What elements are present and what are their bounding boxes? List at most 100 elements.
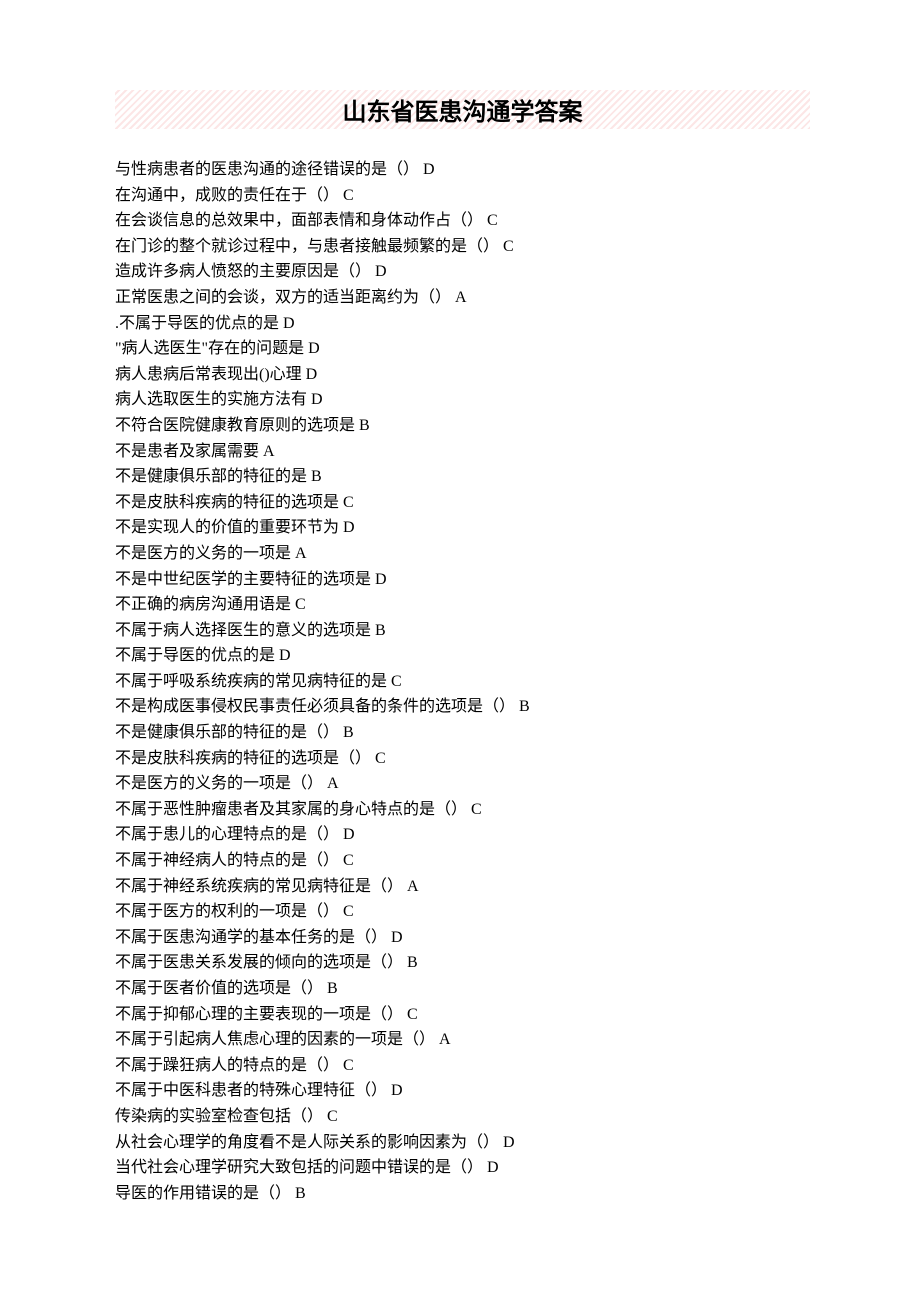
qa-line: 不符合医院健康教育原则的选项是 B [115, 413, 810, 439]
qa-line: 不是健康俱乐部的特征的是 B [115, 464, 810, 490]
question-text: 当代社会心理学研究大致包括的问题中错误的是（） [115, 1159, 483, 1176]
qa-line: 不属于呼吸系统疾病的常见病特征的是 C [115, 669, 810, 695]
question-text: 不属于医患沟通学的基本任务的是（） [115, 929, 387, 946]
qa-line: 不属于神经病人的特点的是（） C [115, 848, 810, 874]
answer-letter: C [375, 750, 386, 767]
answer-letter: C [487, 212, 498, 229]
answer-letter: B [375, 622, 386, 639]
qa-line: 不正确的病房沟通用语是 C [115, 592, 810, 618]
question-text: 不属于抑郁心理的主要表现的一项是（） [115, 1006, 403, 1023]
question-text: 不是中世纪医学的主要特征的选项是 [115, 571, 371, 588]
answer-letter: A [295, 545, 307, 562]
answer-letter: C [503, 238, 514, 255]
answer-letter: C [407, 1006, 418, 1023]
question-text: "病人选医生"存在的问题是 [115, 340, 304, 357]
answer-letter: A [439, 1031, 451, 1048]
question-text: 不是医方的义务的一项是（） [115, 775, 323, 792]
answer-letter: B [311, 468, 322, 485]
question-text: 不属于呼吸系统疾病的常见病特征的是 [115, 673, 387, 690]
answer-letter: B [295, 1185, 306, 1202]
answer-letter: B [519, 698, 530, 715]
page-title: 山东省医患沟通学答案 [115, 90, 810, 129]
qa-line: 不属于病人选择医生的意义的选项是 B [115, 618, 810, 644]
qa-line: 不是实现人的价值的重要环节为 D [115, 515, 810, 541]
qa-line: 不是健康俱乐部的特征的是（） B [115, 720, 810, 746]
qa-line: 不属于躁狂病人的特点的是（） C [115, 1053, 810, 1079]
answer-letter: C [471, 801, 482, 818]
answer-letter: A [263, 443, 275, 460]
answer-letter: D [391, 929, 403, 946]
qa-line: 造成许多病人愤怒的主要原因是（） D [115, 259, 810, 285]
qa-line: 不属于医患关系发展的倾向的选项是（） B [115, 950, 810, 976]
question-text: 不正确的病房沟通用语是 [115, 596, 291, 613]
question-text: 不是健康俱乐部的特征的是（） [115, 724, 339, 741]
answer-letter: D [306, 366, 318, 383]
question-text: 不是健康俱乐部的特征的是 [115, 468, 307, 485]
answer-letter: D [391, 1082, 403, 1099]
qa-line: "病人选医生"存在的问题是 D [115, 336, 810, 362]
qa-line: 传染病的实验室检查包括（） C [115, 1104, 810, 1130]
question-text: 不属于引起病人焦虑心理的因素的一项是（） [115, 1031, 435, 1048]
answer-letter: C [343, 187, 354, 204]
question-text: 不是皮肤科疾病的特征的选项是 [115, 494, 339, 511]
qa-line: 不是患者及家属需要 A [115, 439, 810, 465]
question-text: 不是实现人的价值的重要环节为 [115, 519, 339, 536]
answer-letter: C [343, 1057, 354, 1074]
question-text: 传染病的实验室检查包括（） [115, 1108, 323, 1125]
question-text: 不属于医者价值的选项是（） [115, 980, 323, 997]
qa-line: 不是中世纪医学的主要特征的选项是 D [115, 567, 810, 593]
answer-letter: D [375, 263, 387, 280]
question-text: 从社会心理学的角度看不是人际关系的影响因素为（） [115, 1134, 499, 1151]
answer-letter: A [407, 878, 419, 895]
qa-line: 不是构成医事侵权民事责任必须具备的条件的选项是（） B [115, 694, 810, 720]
question-text: 导医的作用错误的是（） [115, 1185, 291, 1202]
qa-line: 病人患病后常表现出()心理 D [115, 362, 810, 388]
question-text: 病人患病后常表现出()心理 [115, 366, 302, 383]
qa-line: 不属于医患沟通学的基本任务的是（） D [115, 925, 810, 951]
question-text: 不属于神经病人的特点的是（） [115, 852, 339, 869]
answer-letter: C [343, 852, 354, 869]
qa-list: 与性病患者的医患沟通的途径错误的是（） D在沟通中，成败的责任在于（） C在会谈… [115, 157, 810, 1206]
qa-line: 不是皮肤科疾病的特征的选项是（） C [115, 746, 810, 772]
qa-line: 从社会心理学的角度看不是人际关系的影响因素为（） D [115, 1130, 810, 1156]
qa-line: 在会谈信息的总效果中，面部表情和身体动作占（） C [115, 208, 810, 234]
answer-letter: A [455, 289, 467, 306]
answer-letter: B [327, 980, 338, 997]
qa-line: 不属于中医科患者的特殊心理特征（） D [115, 1078, 810, 1104]
qa-line: 不属于神经系统疾病的常见病特征是（） A [115, 874, 810, 900]
qa-line: 与性病患者的医患沟通的途径错误的是（） D [115, 157, 810, 183]
question-text: 不属于躁狂病人的特点的是（） [115, 1057, 339, 1074]
qa-line: 不属于医方的权利的一项是（） C [115, 899, 810, 925]
question-text: 不属于恶性肿瘤患者及其家属的身心特点的是（） [115, 801, 467, 818]
qa-line: 在沟通中，成败的责任在于（） C [115, 183, 810, 209]
answer-letter: C [343, 494, 354, 511]
question-text: 不是构成医事侵权民事责任必须具备的条件的选项是（） [115, 698, 515, 715]
question-text: 不是医方的义务的一项是 [115, 545, 291, 562]
qa-line: 不属于医者价值的选项是（） B [115, 976, 810, 1002]
question-text: 在沟通中，成败的责任在于（） [115, 187, 339, 204]
question-text: 在会谈信息的总效果中，面部表情和身体动作占（） [115, 212, 483, 229]
question-text: 不属于导医的优点的是 [115, 647, 275, 664]
qa-line: 不属于抑郁心理的主要表现的一项是（） C [115, 1002, 810, 1028]
question-text: 不属于医患关系发展的倾向的选项是（） [115, 954, 403, 971]
answer-letter: B [359, 417, 370, 434]
document-page: 山东省医患沟通学答案 与性病患者的医患沟通的途径错误的是（） D在沟通中，成败的… [0, 0, 920, 1266]
answer-letter: D [343, 519, 355, 536]
qa-line: 不属于患儿的心理特点的是（） D [115, 822, 810, 848]
answer-letter: D [375, 571, 387, 588]
question-text: 不属于患儿的心理特点的是（） [115, 826, 339, 843]
answer-letter: B [343, 724, 354, 741]
question-text: 不属于病人选择医生的意义的选项是 [115, 622, 371, 639]
answer-letter: D [343, 826, 355, 843]
answer-letter: C [343, 903, 354, 920]
question-text: 不属于神经系统疾病的常见病特征是（） [115, 878, 403, 895]
answer-letter: D [279, 647, 291, 664]
answer-letter: D [423, 161, 435, 178]
question-text: 造成许多病人愤怒的主要原因是（） [115, 263, 371, 280]
answer-letter: C [327, 1108, 338, 1125]
answer-letter: D [311, 391, 323, 408]
answer-letter: D [283, 315, 295, 332]
question-text: .不属于导医的优点的是 [115, 315, 279, 332]
question-text: 不是皮肤科疾病的特征的选项是（） [115, 750, 371, 767]
qa-line: 不是医方的义务的一项是（） A [115, 771, 810, 797]
